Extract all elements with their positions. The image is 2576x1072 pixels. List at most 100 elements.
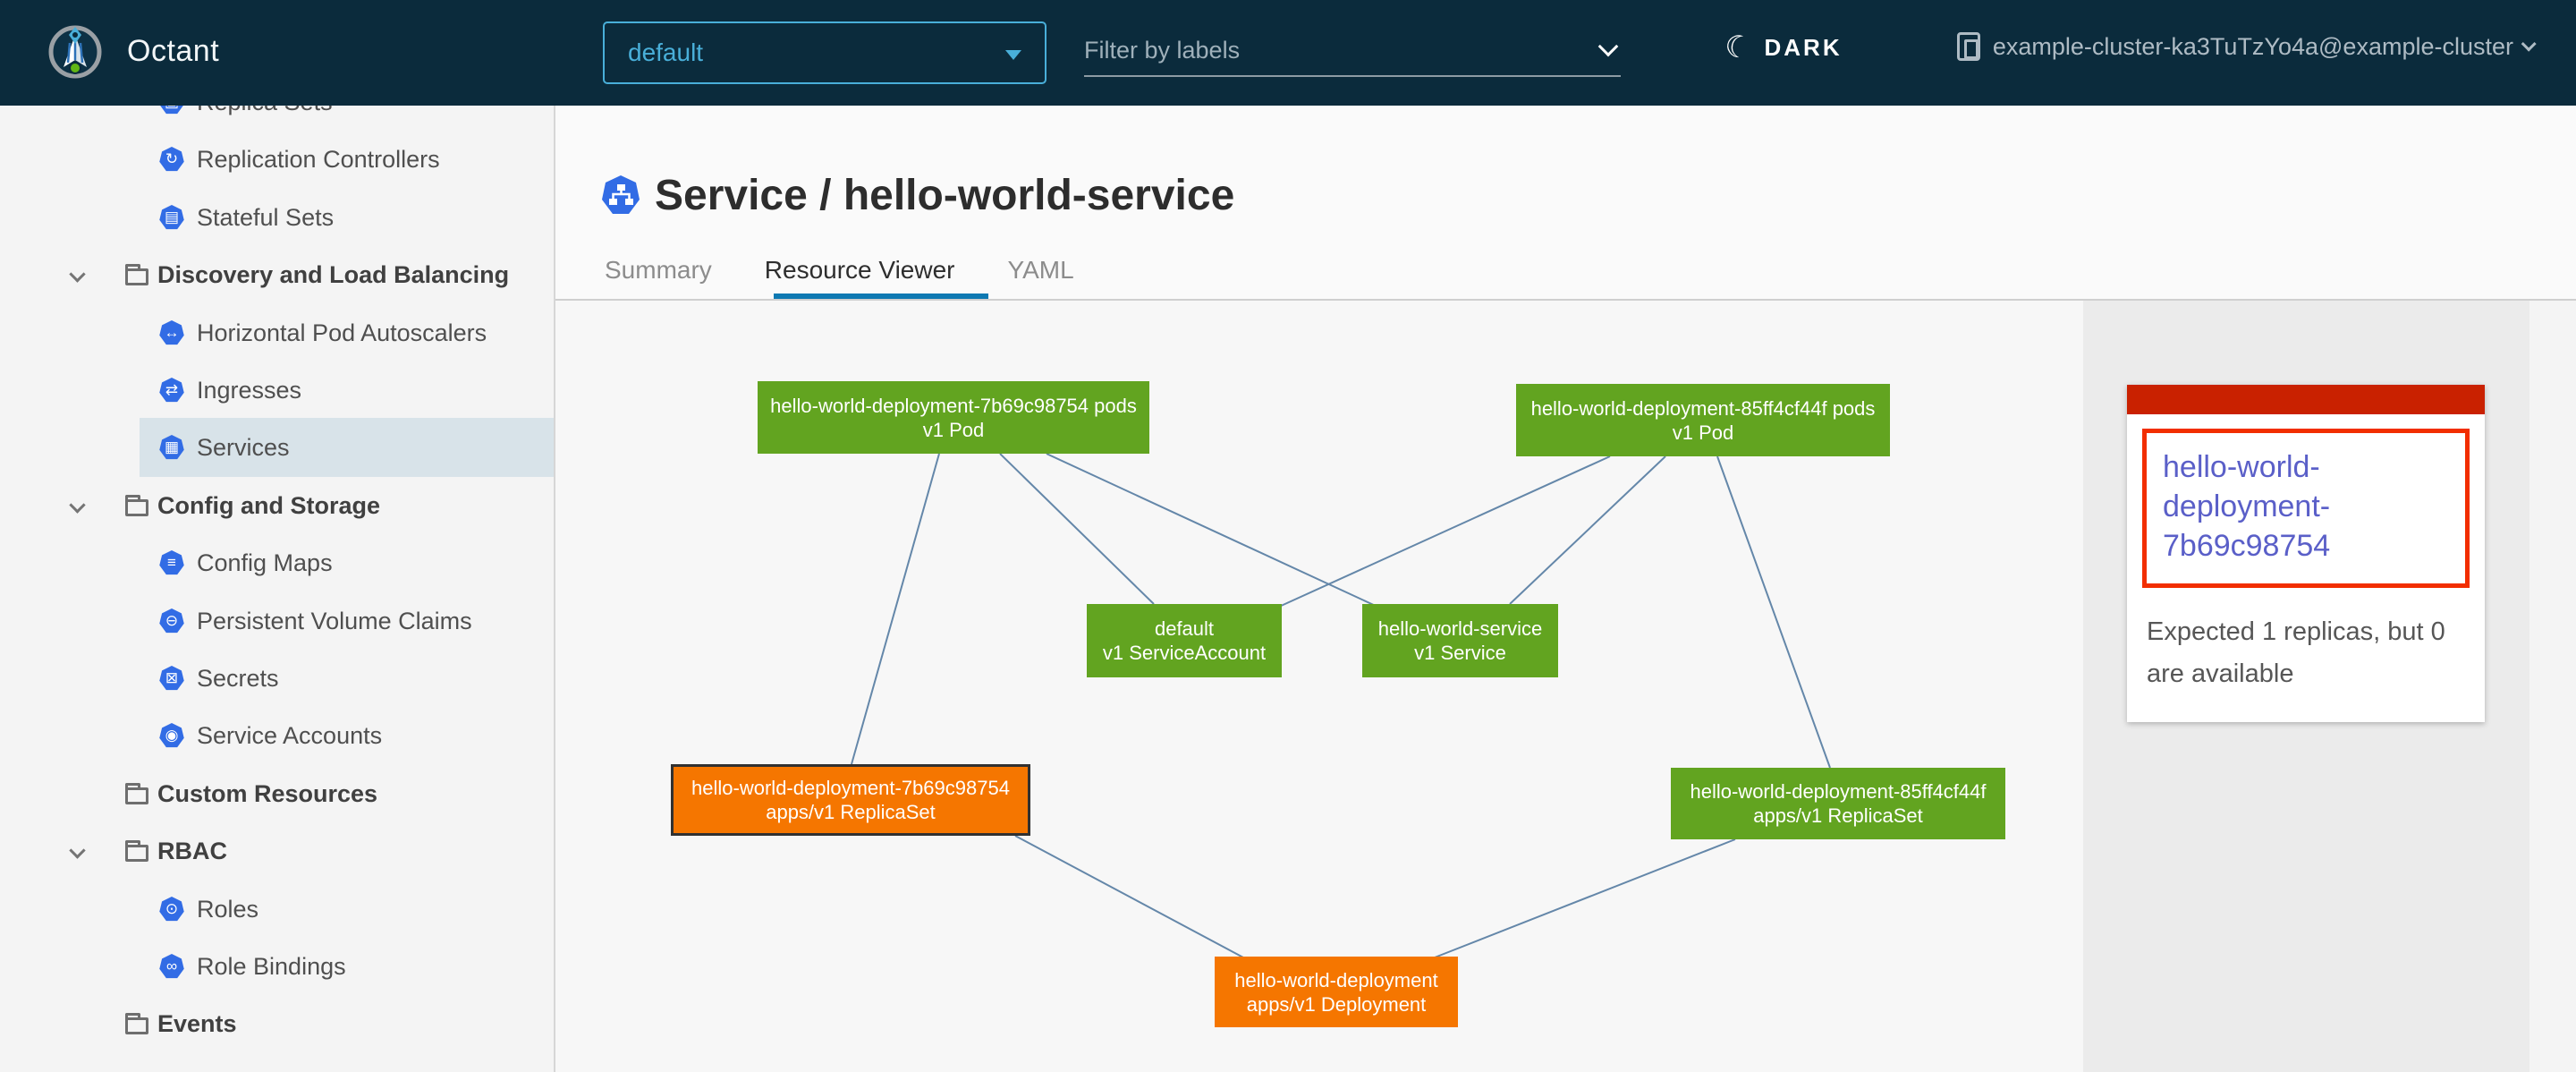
sidebar-section-label: Custom Resources <box>157 780 377 808</box>
namespace-dropdown-value: default <box>628 38 703 67</box>
graph-node-name: default <box>1155 617 1214 641</box>
folder-icon <box>125 499 148 516</box>
sidebar-item-label: Persistent Volume Claims <box>197 608 472 635</box>
graph-node-sa[interactable]: default v1 ServiceAccount <box>1087 604 1282 677</box>
sidebar-item-services[interactable]: ▦ Services <box>0 418 554 477</box>
cluster-icon <box>1957 32 1980 61</box>
sidebar-section-label: RBAC <box>157 838 227 865</box>
sidebar-item-service-accounts[interactable]: ◉ Service Accounts <box>0 706 554 765</box>
ingresses-icon: ⇄ <box>159 378 184 403</box>
sidebar-section-discovery-and-load-balancing[interactable]: Discovery and Load Balancing <box>0 245 554 304</box>
graph-node-kind: apps/v1 ReplicaSet <box>1753 804 1923 828</box>
services-icon: ▦ <box>159 435 184 460</box>
graph-node-pod1[interactable]: hello-world-deployment-7b69c98754 pods v… <box>758 381 1149 454</box>
roles-icon: ⊙ <box>159 897 184 922</box>
graph-node-kind: apps/v1 Deployment <box>1247 992 1427 1017</box>
scrollbar-track[interactable] <box>2529 301 2576 1072</box>
folder-icon <box>125 845 148 862</box>
secrets-icon: ⊠ <box>159 666 184 691</box>
sidebar-item-stateful-sets[interactable]: ▤ Stateful Sets <box>0 188 554 247</box>
persistent-volume-claims-icon: ⊖ <box>159 608 184 634</box>
sidebar-section-config-and-storage[interactable]: Config and Storage <box>0 476 554 535</box>
sidebar-section-label: Discovery and Load Balancing <box>157 261 509 289</box>
graph-node-svc[interactable]: hello-world-service v1 Service <box>1362 604 1558 677</box>
status-accent-bar <box>2127 385 2485 414</box>
tab-summary[interactable]: Summary <box>605 256 712 304</box>
sidebar-item-label: Config Maps <box>197 549 333 577</box>
graph-node-kind: v1 Pod <box>1673 421 1734 445</box>
graph-node-kind: v1 ServiceAccount <box>1103 641 1266 665</box>
sidebar-item-label: Replica Sets <box>197 106 333 116</box>
theme-toggle-label: DARK <box>1764 34 1842 62</box>
graph-node-rs1[interactable]: hello-world-deployment-7b69c98754 apps/v… <box>671 764 1030 836</box>
sidebar-item-replica-sets[interactable]: ▣ Replica Sets <box>0 106 554 132</box>
service-kind-icon <box>601 174 640 216</box>
sidebar-item-label: Roles <box>197 896 258 923</box>
sidebar-item-label: Replication Controllers <box>197 146 440 174</box>
graph-node-kind: v1 Service <box>1414 641 1506 665</box>
graph-node-name: hello-world-deployment-7b69c98754 pods <box>770 394 1137 418</box>
active-tab-underline <box>774 294 988 299</box>
chevron-down-icon <box>2521 37 2537 52</box>
sidebar-section-rbac[interactable]: RBAC <box>0 821 554 881</box>
page-title: Service / hello-world-service <box>655 171 1234 220</box>
config-maps-icon: ≡ <box>159 550 184 575</box>
sidebar-section-events[interactable]: Events <box>0 994 554 1053</box>
sidebar-item-role-bindings[interactable]: ∞ Role Bindings <box>0 937 554 996</box>
theme-toggle-button[interactable]: ☾ DARK <box>1724 32 1843 63</box>
graph-node-kind: v1 Pod <box>923 418 985 442</box>
replication-controllers-icon: ↻ <box>159 147 184 172</box>
cluster-selector-label: example-cluster-ka3TuTzYo4a@example-clus… <box>1993 33 2513 61</box>
cluster-selector[interactable]: example-cluster-ka3TuTzYo4a@example-clus… <box>1957 32 2537 61</box>
sidebar-nav: ▣ Replica Sets ↻ Replication Controllers… <box>0 106 555 1072</box>
folder-icon <box>125 268 148 285</box>
sidebar-item-label: Secrets <box>197 665 279 693</box>
graph-node-name: hello-world-service <box>1378 617 1542 641</box>
sidebar-item-label: Stateful Sets <box>197 204 334 232</box>
selected-resource-box: hello-world-deployment-7b69c98754 <box>2142 429 2470 588</box>
role-bindings-icon: ∞ <box>159 954 184 979</box>
label-filter-input[interactable] <box>1084 25 1621 77</box>
sidebar-item-label: Services <box>197 434 290 462</box>
selected-resource-card: hello-world-deployment-7b69c98754 Expect… <box>2127 385 2485 722</box>
chevron-down-icon[interactable] <box>69 842 85 858</box>
graph-node-name: hello-world-deployment <box>1234 968 1437 992</box>
moon-icon: ☾ <box>1722 30 1755 65</box>
graph-node-name: hello-world-deployment-85ff4cf44f pods <box>1531 396 1876 421</box>
sidebar-item-label: Horizontal Pod Autoscalers <box>197 319 487 347</box>
sidebar-item-roles[interactable]: ⊙ Roles <box>0 880 554 939</box>
sidebar-item-label: Service Accounts <box>197 722 382 750</box>
selected-resource-link[interactable]: hello-world-deployment-7b69c98754 <box>2163 450 2330 563</box>
sidebar-item-horizontal-pod-autoscalers[interactable]: ↔ Horizontal Pod Autoscalers <box>0 303 554 362</box>
graph-node-rs2[interactable]: hello-world-deployment-85ff4cf44f apps/v… <box>1671 768 2005 839</box>
tab-yaml[interactable]: YAML <box>1008 256 1074 304</box>
graph-node-kind: apps/v1 ReplicaSet <box>766 800 936 824</box>
service-accounts-icon: ◉ <box>159 723 184 748</box>
chevron-down-icon[interactable] <box>69 266 85 282</box>
chevron-down-icon[interactable] <box>69 497 85 513</box>
graph-node-pod2[interactable]: hello-world-deployment-85ff4cf44f pods v… <box>1516 384 1890 456</box>
sidebar-item-ingresses[interactable]: ⇄ Ingresses <box>0 361 554 420</box>
label-filter <box>1084 25 1621 77</box>
sidebar-item-config-maps[interactable]: ≡ Config Maps <box>0 533 554 592</box>
octant-compass-logo <box>47 23 104 81</box>
sidebar-item-secrets[interactable]: ⊠ Secrets <box>0 649 554 708</box>
app-header: Octant default ☾ DARK example-cluster-ka… <box>0 0 2576 106</box>
sidebar-item-label: Role Bindings <box>197 953 346 981</box>
horizontal-pod-autoscalers-icon: ↔ <box>159 320 184 345</box>
sidebar-item-persistent-volume-claims[interactable]: ⊖ Persistent Volume Claims <box>0 591 554 651</box>
sidebar-item-label: Ingresses <box>197 377 301 404</box>
sidebar-section-label: Events <box>157 1010 237 1038</box>
graph-node-deploy[interactable]: hello-world-deployment apps/v1 Deploymen… <box>1215 957 1458 1027</box>
folder-icon <box>125 1017 148 1034</box>
caret-down-icon <box>1005 50 1021 60</box>
status-message: Expected 1 replicas, but 0 are available <box>2147 611 2467 695</box>
detail-panel: hello-world-deployment-7b69c98754 Expect… <box>2083 301 2576 1072</box>
sidebar-item-replication-controllers[interactable]: ↻ Replication Controllers <box>0 130 554 189</box>
sidebar-section-label: Config and Storage <box>157 492 380 520</box>
app-title: Octant <box>127 34 219 69</box>
namespace-dropdown[interactable]: default <box>603 21 1046 84</box>
replica-sets-icon: ▣ <box>159 106 184 115</box>
folder-icon <box>125 787 148 804</box>
sidebar-section-custom-resources[interactable]: Custom Resources <box>0 764 554 823</box>
